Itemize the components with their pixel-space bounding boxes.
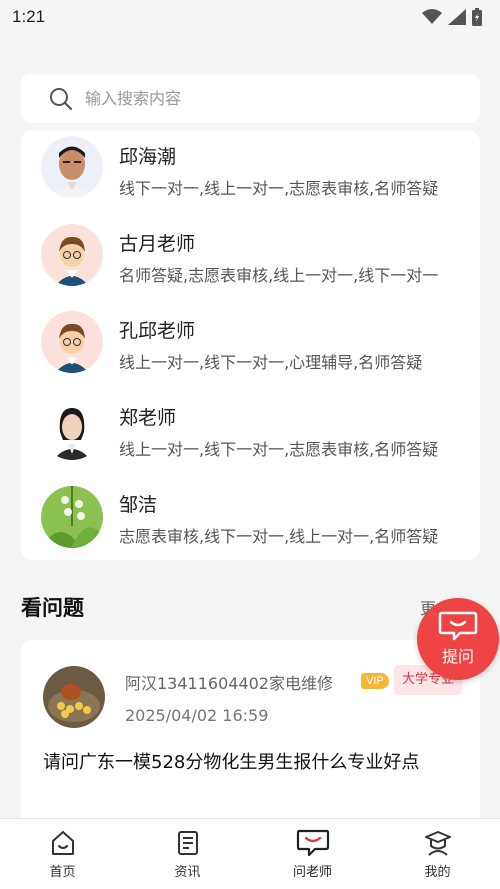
teacher-name: 郑老师 xyxy=(119,407,177,429)
status-bar: 1:21 xyxy=(0,0,500,34)
teacher-name: 古月老师 xyxy=(119,233,196,255)
teacher-tags: 名师答疑,志愿表审核,线上一对一,线下一对一 xyxy=(119,266,439,285)
nav-ask-teacher[interactable]: 问老师 xyxy=(250,819,375,889)
teacher-tags: 志愿表审核,线下一对一,线上一对一,名师答疑 xyxy=(119,527,439,546)
section-title: 看问题 xyxy=(21,596,84,620)
teacher-row[interactable]: 古月老师 名师答疑,志愿表审核,线上一对一,线下一对一 xyxy=(21,217,480,304)
chat-bubble-icon xyxy=(438,611,478,641)
battery-icon xyxy=(472,8,482,26)
teacher-name: 邹洁 xyxy=(119,494,158,516)
status-icons xyxy=(422,8,482,26)
nav-label: 资讯 xyxy=(174,865,201,880)
avatar xyxy=(41,486,103,548)
teacher-row[interactable]: 邹洁 志愿表审核,线下一对一,线上一对一,名师答疑 xyxy=(21,478,480,560)
ask-teacher-icon xyxy=(296,829,329,857)
avatar xyxy=(41,311,103,373)
nav-label: 问老师 xyxy=(292,865,332,880)
search-bar[interactable] xyxy=(21,74,480,123)
search-icon xyxy=(50,87,73,110)
vip-badge: VIP xyxy=(361,673,389,689)
teacher-name: 邱海潮 xyxy=(119,146,177,168)
teacher-tags: 线上一对一,线下一对一,志愿表审核,名师答疑 xyxy=(119,440,439,459)
nav-home[interactable]: 首页 xyxy=(0,819,125,889)
home-icon xyxy=(51,831,74,855)
ask-button-label: 提问 xyxy=(441,647,474,666)
status-time: 1:21 xyxy=(12,7,46,26)
avatar xyxy=(41,398,103,460)
teacher-list: 邱海潮 线下一对一,线上一对一,志愿表审核,名师答疑 古月老师 名师答疑,志愿表… xyxy=(21,130,480,560)
teacher-tags: 线下一对一,线上一对一,志愿表审核,名师答疑 xyxy=(119,179,439,198)
question-card[interactable]: 阿汉13411604402家电维修 VIP 大学专业 2025/04/02 16… xyxy=(21,640,480,825)
profile-icon xyxy=(424,831,451,856)
teacher-row[interactable]: 郑老师 线上一对一,线下一对一,志愿表审核,名师答疑 xyxy=(21,391,480,478)
avatar xyxy=(43,666,105,728)
avatar xyxy=(41,224,103,286)
wifi-icon xyxy=(422,9,442,24)
signal-icon xyxy=(448,9,466,25)
nav-news[interactable]: 资讯 xyxy=(125,819,250,889)
teacher-tags: 线上一对一,线下一对一,心理辅导,名师答疑 xyxy=(119,353,423,372)
teacher-name: 孔邱老师 xyxy=(119,320,196,342)
news-icon xyxy=(177,831,198,855)
nav-profile[interactable]: 我的 xyxy=(375,819,500,889)
question-time: 2025/04/02 16:59 xyxy=(125,706,269,725)
question-text: 请问广东一模528分物化生男生报什么专业好点 xyxy=(43,752,420,773)
teacher-row[interactable]: 孔邱老师 线上一对一,线下一对一,心理辅导,名师答疑 xyxy=(21,304,480,391)
nav-label: 首页 xyxy=(49,865,76,880)
search-input[interactable] xyxy=(85,89,445,108)
ask-question-button[interactable]: 提问 xyxy=(417,598,499,680)
nav-label: 我的 xyxy=(424,865,451,880)
bottom-nav: 首页 资讯 问老师 我的 xyxy=(0,818,500,889)
question-user: 阿汉13411604402家电维修 xyxy=(125,674,333,693)
avatar xyxy=(41,136,103,198)
teacher-row[interactable]: 邱海潮 线下一对一,线上一对一,志愿表审核,名师答疑 xyxy=(21,130,480,217)
